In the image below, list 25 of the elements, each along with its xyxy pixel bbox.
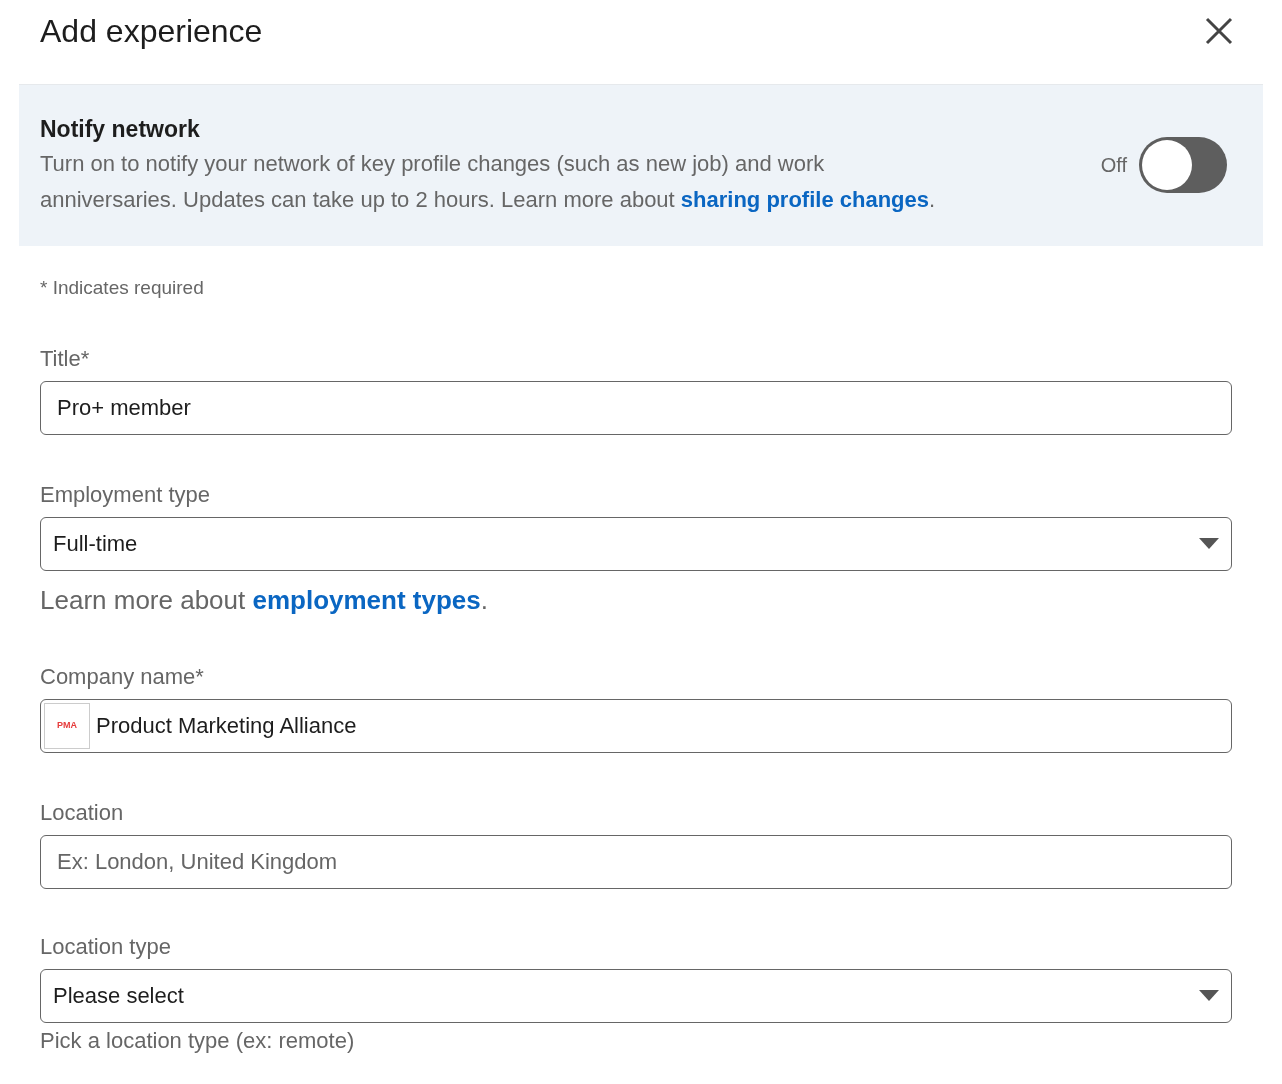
field-label: Location (40, 798, 125, 827)
caret-icon (1199, 990, 1219, 1001)
field-label: Title* (40, 344, 91, 373)
toggle-label: Off (1100, 153, 1127, 178)
banner-text: Turn on to notify your network of key profile changes (such as new job) and work anniversaries. Updates can take up to 2 hours. Learn more about sharing profile changes. (40, 149, 937, 214)
field-label: Location type (40, 932, 172, 961)
helper-text: Pick a location type (ex: remote) (40, 1026, 356, 1055)
banner-title: Notify network (40, 114, 201, 144)
dialog-title: Add experience (40, 12, 263, 51)
text-field[interactable]: Pro+ member (40, 380, 1232, 435)
caret-icon (1199, 538, 1219, 549)
close-icon (1205, 17, 1233, 45)
close-button[interactable] (1204, 16, 1234, 46)
dropdown-field[interactable]: Please select (40, 968, 1232, 1023)
text-field[interactable]: Ex: London, United Kingdom (40, 834, 1232, 889)
employment-types-link[interactable]: employment types (252, 584, 481, 615)
field-label: Employment type (40, 480, 211, 509)
dropdown-field[interactable]: Full-time (40, 516, 1232, 571)
required-note: * Indicates required (40, 276, 205, 300)
company-field[interactable]: PMA Product Marketing Alliance (40, 698, 1232, 753)
notify-toggle[interactable] (1139, 137, 1227, 193)
helper-text: Learn more about employment types. (40, 583, 489, 617)
sharing-profile-changes-link[interactable]: sharing profile changes (680, 186, 929, 212)
company-logo: PMA (44, 702, 90, 749)
field-label: Company name* (40, 662, 205, 691)
